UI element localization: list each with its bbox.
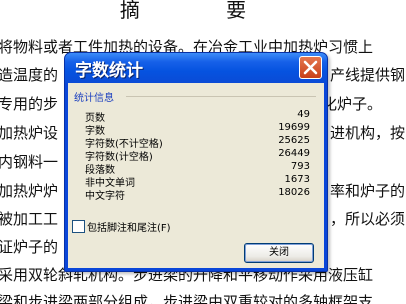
close-button[interactable]: 关闭 xyxy=(244,243,314,263)
stat-row-chinese-chars: 中文字符 18026 xyxy=(85,187,310,202)
document-line-fragment: 率和炉子的 xyxy=(330,182,406,200)
stat-value: 1673 xyxy=(284,174,310,185)
stat-value: 26449 xyxy=(278,148,310,159)
stat-row-words: 字数 19699 xyxy=(85,122,310,137)
document-line: 被加工工 xyxy=(0,210,59,228)
stat-value: 49 xyxy=(297,109,310,120)
document-line-fragment: 化炉子。 xyxy=(322,95,383,113)
stat-value: 19699 xyxy=(278,122,310,133)
document-title: 摘 要 xyxy=(119,0,287,22)
document-line-fragment: ，所以必须 xyxy=(330,210,406,228)
stat-row-non-chinese-words: 非中文单词 1673 xyxy=(85,174,310,189)
document-line: 梁和步进梁两部分组成，步进梁由双重较对的多轴框架支 xyxy=(0,293,374,304)
document-line-fragment: 产线提供钢 xyxy=(330,66,406,84)
include-footnotes-checkbox[interactable] xyxy=(72,220,85,233)
document-line: 加热炉炉 xyxy=(0,182,59,200)
stat-row-paragraphs: 段落数 793 xyxy=(85,161,310,176)
stat-value: 793 xyxy=(290,161,310,172)
include-footnotes-label[interactable]: 包括脚注和尾注(F) xyxy=(87,219,171,234)
stat-row-chars-with-spaces: 字符数(计空格) 26449 xyxy=(85,148,310,163)
stats-list: 页数 49 字数 19699 字符数(不计空格) 25625 字符数(计空格) … xyxy=(85,109,310,202)
document-line: 证炉子的 xyxy=(0,238,59,256)
stat-value: 18026 xyxy=(278,187,310,198)
dialog-titlebar[interactable]: 字数统计 xyxy=(65,53,327,83)
document-line: 专用的步 xyxy=(0,95,59,113)
word-count-dialog: 字数统计 统计信息 页数 49 字数 19699 字符数(不计空格) 25625 xyxy=(64,52,328,272)
stat-label: 中文字符 xyxy=(85,191,125,202)
document-line: 加热炉设 xyxy=(0,124,59,142)
document-line: 造温度的 xyxy=(0,66,59,84)
stat-row-chars-no-spaces: 字符数(不计空格) 25625 xyxy=(85,135,310,150)
close-x-icon[interactable] xyxy=(299,56,322,79)
group-label: 统计信息 xyxy=(74,89,118,104)
dialog-body: 统计信息 页数 49 字数 19699 字符数(不计空格) 25625 字符数(… xyxy=(68,83,324,268)
group-divider xyxy=(126,96,316,97)
stat-value: 25625 xyxy=(278,135,310,146)
document-line-fragment: 进机构，按 xyxy=(330,124,406,142)
stat-row-pages: 页数 49 xyxy=(85,109,310,124)
document-line: 内钢料一 xyxy=(0,153,59,171)
dialog-title: 字数统计 xyxy=(75,61,143,81)
